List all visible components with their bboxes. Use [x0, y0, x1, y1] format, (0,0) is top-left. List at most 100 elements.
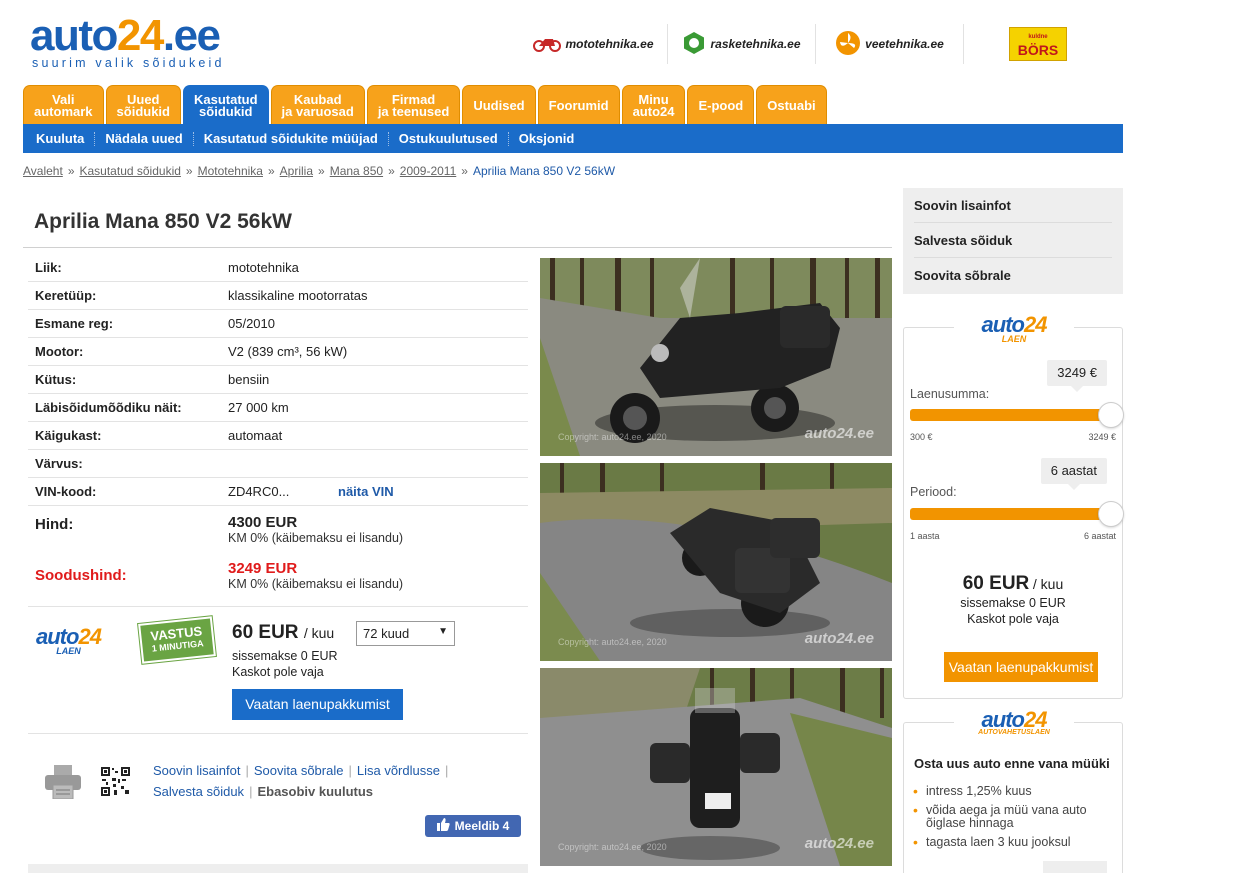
subnav-item-1[interactable]: Nädala uued	[95, 131, 194, 146]
listing-photo-1[interactable]: Copyright: auto24.ee, 2020 auto24.ee	[540, 258, 892, 456]
partner-mototehnika[interactable]: mototehnika.ee	[520, 24, 668, 64]
loan-period-select[interactable]: 72 kuud ▼	[356, 621, 455, 646]
propeller-icon	[835, 30, 861, 59]
spec-key: Käigukast:	[35, 428, 102, 443]
breadcrumb-separator: »	[461, 164, 468, 178]
tab-6[interactable]: Foorumid	[537, 85, 620, 125]
price-value: 4300 EUR	[228, 514, 298, 531]
period-max: 6 aastat	[1083, 531, 1116, 541]
exchange-amount-pill	[1043, 861, 1107, 873]
save-vehicle-link[interactable]: Salvesta sõiduk	[153, 784, 244, 799]
breadcrumb-separator: »	[388, 164, 395, 178]
breadcrumb-item[interactable]: Kasutatud sõidukid	[80, 164, 181, 178]
partner-veetehnika[interactable]: veetehnika.ee	[816, 24, 964, 64]
amount-min: 300 €	[910, 432, 933, 442]
loan-offer-button[interactable]: Vaatan laenupakkumist	[232, 689, 403, 720]
page-title: Aprilia Mana 850 V2 56kW	[34, 210, 292, 233]
spec-row: Värvus:	[28, 450, 528, 478]
breadcrumb-separator: »	[67, 164, 75, 178]
dropdown-arrow-icon: ▼	[438, 626, 448, 637]
spec-table: Liik: mototehnika Keretüüp: klassikaline mo…	[28, 254, 528, 607]
show-vin-link[interactable]: näita VIN	[338, 484, 394, 499]
tab-9[interactable]: Ostuabi	[756, 85, 827, 125]
spec-row: Keretüüp: klassikaline mootorratas	[28, 282, 528, 310]
slider-handle[interactable]	[1098, 402, 1124, 428]
calc-insurance: Kaskot pole vaja	[967, 612, 1059, 626]
loan-amount-slider[interactable]	[910, 402, 1124, 428]
report-link[interactable]: Ebasobiv kuulutus	[257, 784, 373, 799]
spec-row-vin: VIN-kood: ZD4RC0... näita VIN	[28, 478, 528, 506]
compare-link[interactable]: Lisa võrdlusse	[357, 763, 440, 778]
site-logo[interactable]: auto24.ee suurim valik sõidukeid	[30, 14, 225, 71]
sidebar-item-0[interactable]: Soovin lisainfot	[914, 188, 1112, 223]
breadcrumb-item[interactable]: Avaleht	[23, 164, 63, 178]
amount-max: 3249 €	[1088, 432, 1116, 442]
spec-value: 05/2010	[228, 316, 275, 331]
calc-down-payment: sissemakse 0 EUR	[960, 596, 1066, 610]
tab-1[interactable]: Uued sõidukid	[105, 85, 181, 125]
calc-loan-offer-button[interactable]: Vaatan laenupakkumist	[944, 652, 1098, 682]
more-info-link[interactable]: Soovin lisainfot	[153, 763, 240, 778]
bolt-nut-icon	[682, 31, 706, 58]
print-icon[interactable]	[45, 765, 81, 800]
calc-monthly-payment: 60 EUR / kuu	[962, 573, 1064, 594]
tab-2[interactable]: Kasutatud sõidukid	[182, 85, 269, 125]
partner-bors[interactable]: kuldne BÖRS	[964, 24, 1112, 64]
subnav-item-0[interactable]: Kuuluta	[26, 131, 96, 146]
recommend-link[interactable]: Soovita sõbrale	[254, 763, 344, 778]
tab-5[interactable]: Uudised	[462, 85, 536, 125]
subnav-item-3[interactable]: Ostukuulutused	[389, 131, 509, 146]
list-item: võida aega ja müü vana auto õiglase hinn…	[912, 804, 1112, 830]
tab-0[interactable]: Vali automark	[23, 85, 104, 125]
photo-copyright: Copyright: auto24.ee, 2020	[558, 432, 667, 442]
period-min: 1 aasta	[910, 531, 940, 541]
sidebar-item-2[interactable]: Soovita sõbrale	[914, 258, 1112, 293]
slider-handle[interactable]	[1098, 501, 1124, 527]
breadcrumb-item[interactable]: Mototehnika	[198, 164, 263, 178]
facebook-like-button[interactable]: Meeldib 4	[425, 815, 521, 837]
sale-price-value: 3249 EUR	[228, 560, 298, 577]
breadcrumb-item[interactable]: 2009-2011	[400, 164, 457, 178]
down-payment: sissemakse 0 EUR	[232, 649, 338, 663]
sidebar-item-1[interactable]: Salvesta sõiduk	[914, 223, 1112, 258]
logo-tagline: suurim valik sõidukeid	[32, 56, 225, 70]
auto24-laen-logo[interactable]: auto24 LAEN	[36, 626, 102, 657]
auto24-laen-logo: auto24 LAEN	[954, 314, 1074, 344]
sidebar-menu: Soovin lisainfot Salvesta sõiduk Soovita s…	[903, 188, 1123, 294]
exchange-title: Osta uus auto enne vana müüki	[914, 756, 1110, 771]
spec-row: Käigukast: automaat	[28, 422, 528, 450]
monthly-payment: 60 EUR / kuu	[232, 622, 335, 643]
breadcrumb-item: Aprilia Mana 850 V2 56kW	[472, 164, 616, 178]
sale-price-label: Soodushind:	[35, 567, 127, 584]
breadcrumb-separator: »	[267, 164, 275, 178]
loan-calculator: auto24 LAEN 3249 € Laenusumma: 300 € 324…	[903, 314, 1124, 699]
listing-photo-3[interactable]: Copyright: auto24.ee, 2020 auto24.ee	[540, 668, 892, 866]
breadcrumb-item[interactable]: Mana 850	[330, 164, 383, 178]
main-tabs: Vali automark Uued sõidukid Kasutatud sõid…	[23, 85, 829, 125]
spec-value: 27 000 km	[228, 400, 289, 415]
spec-key: VIN-kood:	[35, 484, 97, 499]
loan-period-slider[interactable]	[910, 501, 1124, 527]
sub-navigation: Kuuluta Nädala uued Kasutatud sõidukite mü…	[23, 124, 1123, 153]
tab-7[interactable]: Minu auto24	[621, 85, 686, 125]
subnav-item-4[interactable]: Oksjonid	[509, 131, 585, 146]
breadcrumb: Avaleht » Kasutatud sõidukid » Mototehnika » A…	[23, 164, 615, 178]
tab-8[interactable]: E-pood	[687, 85, 755, 125]
exchange-benefits: intress 1,25% kuus võida aega ja müü vana…	[912, 785, 1112, 855]
breadcrumb-item[interactable]: Aprilia	[280, 164, 313, 178]
tab-3[interactable]: Kaubad ja varuosad	[270, 85, 365, 125]
loan-offer: auto24 LAEN VASTUS 1 MINUTIGA 60 EUR / ku…	[28, 606, 528, 734]
spec-key: Kütus:	[35, 372, 77, 387]
spec-key: Värvus:	[35, 456, 83, 471]
spec-row: Mootor: V2 (839 cm³, 56 kW)	[28, 338, 528, 366]
price-label: Hind:	[35, 516, 74, 533]
photo-watermark: auto24.ee	[804, 835, 874, 852]
breadcrumb-separator: »	[185, 164, 193, 178]
subnav-item-2[interactable]: Kasutatud sõidukite müüjad	[194, 131, 389, 146]
qr-code-icon[interactable]	[101, 767, 130, 796]
photo-copyright: Copyright: auto24.ee, 2020	[558, 637, 667, 647]
spec-key: Liik:	[35, 260, 62, 275]
partner-rasketehnika[interactable]: rasketehnika.ee	[668, 24, 816, 64]
tab-4[interactable]: Firmad ja teenused	[366, 85, 461, 125]
listing-photo-2[interactable]: Copyright: auto24.ee, 2020 auto24.ee	[540, 463, 892, 661]
